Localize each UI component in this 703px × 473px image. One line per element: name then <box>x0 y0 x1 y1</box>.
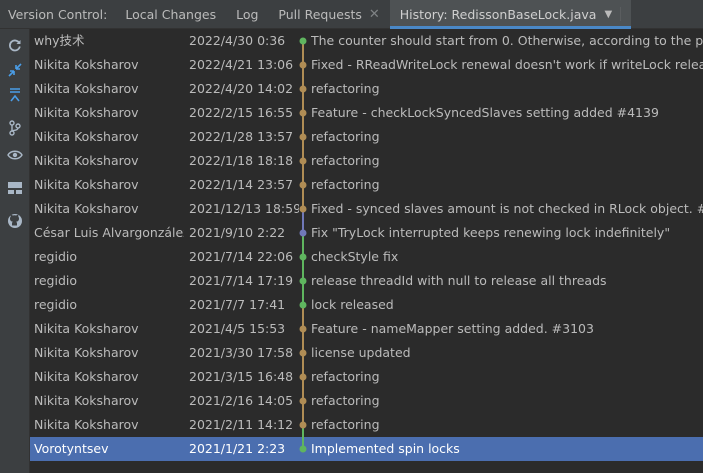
history-row[interactable]: Nikita Koksharov 2021/2/11 14:12 refactori… <box>30 413 703 437</box>
tab-separator <box>620 7 622 21</box>
commit-author: Nikita Koksharov <box>34 321 139 336</box>
collapse-icon[interactable] <box>7 62 23 78</box>
commit-author: why技术 <box>34 33 85 48</box>
commit-date: 2021/7/7 17:41 <box>189 297 286 312</box>
tab-label: Pull Requests <box>278 6 362 22</box>
history-row[interactable]: Vorotyntsev 2021/1/21 2:23 Implemented spi… <box>30 437 703 461</box>
commit-message: lock released <box>311 297 394 312</box>
commit-date: 2021/9/10 2:22 <box>189 225 286 240</box>
history-row[interactable]: Nikita Koksharov 2022/1/28 13:57 refactori… <box>30 125 703 149</box>
history-row[interactable]: Nikita Koksharov 2021/3/15 16:48 refactori… <box>30 365 703 389</box>
commit-date: 2021/2/16 14:05 <box>189 393 294 408</box>
file-history-list[interactable]: why技术 2022/4/30 0:36 The counter should st… <box>30 29 703 473</box>
commit-message: Feature - nameMapper setting added. #310… <box>311 321 594 336</box>
tab-local-changes[interactable]: Local Changes <box>115 0 226 29</box>
commit-message: refactoring <box>311 417 380 432</box>
commit-message: refactoring <box>311 393 380 408</box>
commit-author: Nikita Koksharov <box>34 129 139 144</box>
history-row[interactable]: Nikita Koksharov 2022/1/18 18:18 refactori… <box>30 149 703 173</box>
commit-message: Fixed - synced slaves amount is not chec… <box>311 201 703 216</box>
commit-author: Nikita Koksharov <box>34 177 139 192</box>
history-row[interactable]: Nikita Koksharov 2022/4/20 14:02 refactori… <box>30 77 703 101</box>
commit-date: 2022/1/14 23:57 <box>189 177 294 192</box>
commit-author: Nikita Koksharov <box>34 201 139 216</box>
tab-pull-requests[interactable]: Pull Requests ✕ <box>268 0 389 29</box>
commit-author: Nikita Koksharov <box>34 153 139 168</box>
commit-date: 2022/4/20 14:02 <box>189 81 294 96</box>
layout-icon[interactable] <box>7 180 23 196</box>
commit-message: Fixed - RReadWriteLock renewal doesn't w… <box>311 57 703 72</box>
history-row[interactable]: Nikita Koksharov 2021/4/5 15:53 Feature - … <box>30 317 703 341</box>
history-row[interactable]: regidio 2021/7/14 22:06 checkStyle fix <box>30 245 703 269</box>
commit-date: 2022/4/21 13:06 <box>189 57 294 72</box>
commit-author: Nikita Koksharov <box>34 345 139 360</box>
commit-date: 2022/2/15 16:55 <box>189 105 294 120</box>
branch-icon[interactable] <box>7 120 23 136</box>
history-row[interactable]: Nikita Koksharov 2021/2/16 14:05 refactori… <box>30 389 703 413</box>
history-row[interactable]: Nikita Koksharov 2022/1/14 23:57 refactori… <box>30 173 703 197</box>
commit-author: regidio <box>34 249 78 264</box>
history-row[interactable]: Nikita Koksharov 2021/3/30 17:58 license u… <box>30 341 703 365</box>
commit-author: Nikita Koksharov <box>34 417 139 432</box>
commit-message: refactoring <box>311 177 380 192</box>
history-row[interactable]: Nikita Koksharov 2022/2/15 16:55 Feature -… <box>30 101 703 125</box>
history-row[interactable]: Nikita Koksharov 2022/4/21 13:06 Fixed - R… <box>30 53 703 77</box>
commit-author: Nikita Koksharov <box>34 105 139 120</box>
commit-date: 2022/1/28 13:57 <box>189 129 294 144</box>
commit-message: checkStyle fix <box>311 249 399 264</box>
commit-message: license updated <box>311 345 411 360</box>
commit-message: release threadId with null to release al… <box>311 273 607 288</box>
commit-message: The counter should start from 0. Otherwi… <box>311 33 703 48</box>
tab-log[interactable]: Log <box>226 0 268 29</box>
expand-icon[interactable] <box>7 87 23 103</box>
tab-label: Log <box>236 6 259 22</box>
commit-date: 2021/7/14 17:19 <box>189 273 294 288</box>
commit-date: 2021/3/30 17:58 <box>189 345 294 360</box>
dropdown-arrow-icon[interactable]: ▼ <box>604 9 612 20</box>
commit-author: Nikita Koksharov <box>34 393 139 408</box>
commit-date: 2021/1/21 2:23 <box>189 441 286 456</box>
vcs-toolbar <box>0 29 30 473</box>
eye-icon[interactable] <box>7 147 23 163</box>
tab-history[interactable]: History: RedissonBaseLock.java ▼ <box>389 0 632 29</box>
commit-author: Vorotyntsev <box>34 441 109 456</box>
tool-window-title: Version Control: <box>8 6 108 22</box>
commit-date: 2021/12/13 18:59 <box>189 201 299 216</box>
commit-author: Nikita Koksharov <box>34 369 139 384</box>
close-icon[interactable]: ✕ <box>369 7 380 22</box>
tab-label: Local Changes <box>125 6 217 22</box>
commit-date: 2021/2/11 14:12 <box>189 417 294 432</box>
commit-message: refactoring <box>311 153 380 168</box>
history-row[interactable]: César Luis Alvargonzález 2021/9/10 2:22 Fi… <box>30 221 703 245</box>
history-row[interactable]: Nikita Koksharov 2021/12/13 18:59 Fixed - … <box>30 197 703 221</box>
commit-date: 2021/7/14 22:06 <box>189 249 294 264</box>
history-row[interactable]: why技术 2022/4/30 0:36 The counter should st… <box>30 29 703 53</box>
history-row[interactable]: regidio 2021/7/7 17:41 lock released <box>30 293 703 317</box>
github-icon[interactable] <box>7 213 23 229</box>
commit-author: regidio <box>34 273 78 288</box>
commit-message: Feature - checkLockSyncedSlaves setting … <box>311 105 659 120</box>
commit-date: 2021/4/5 15:53 <box>189 321 286 336</box>
refresh-icon[interactable] <box>7 37 23 53</box>
commit-author: regidio <box>34 297 78 312</box>
commit-date: 2022/4/30 0:36 <box>189 33 286 48</box>
commit-message: refactoring <box>311 129 380 144</box>
commit-author: Nikita Koksharov <box>34 57 139 72</box>
commit-message: refactoring <box>311 81 380 96</box>
commit-date: 2021/3/15 16:48 <box>189 369 294 384</box>
tab-label: History: RedissonBaseLock.java <box>399 6 597 22</box>
commit-author: Nikita Koksharov <box>34 81 139 96</box>
commit-message: Fix "TryLock interrupted keeps renewing … <box>311 225 671 240</box>
commit-date: 2022/1/18 18:18 <box>189 153 294 168</box>
commit-message: refactoring <box>311 369 380 384</box>
commit-author: César Luis Alvargonzález <box>34 225 184 240</box>
history-row[interactable]: regidio 2021/7/14 17:19 release threadId w… <box>30 269 703 293</box>
tool-window-tabbar: Version Control: Local Changes Log Pull … <box>0 0 703 29</box>
commit-message: Implemented spin locks <box>311 441 460 456</box>
